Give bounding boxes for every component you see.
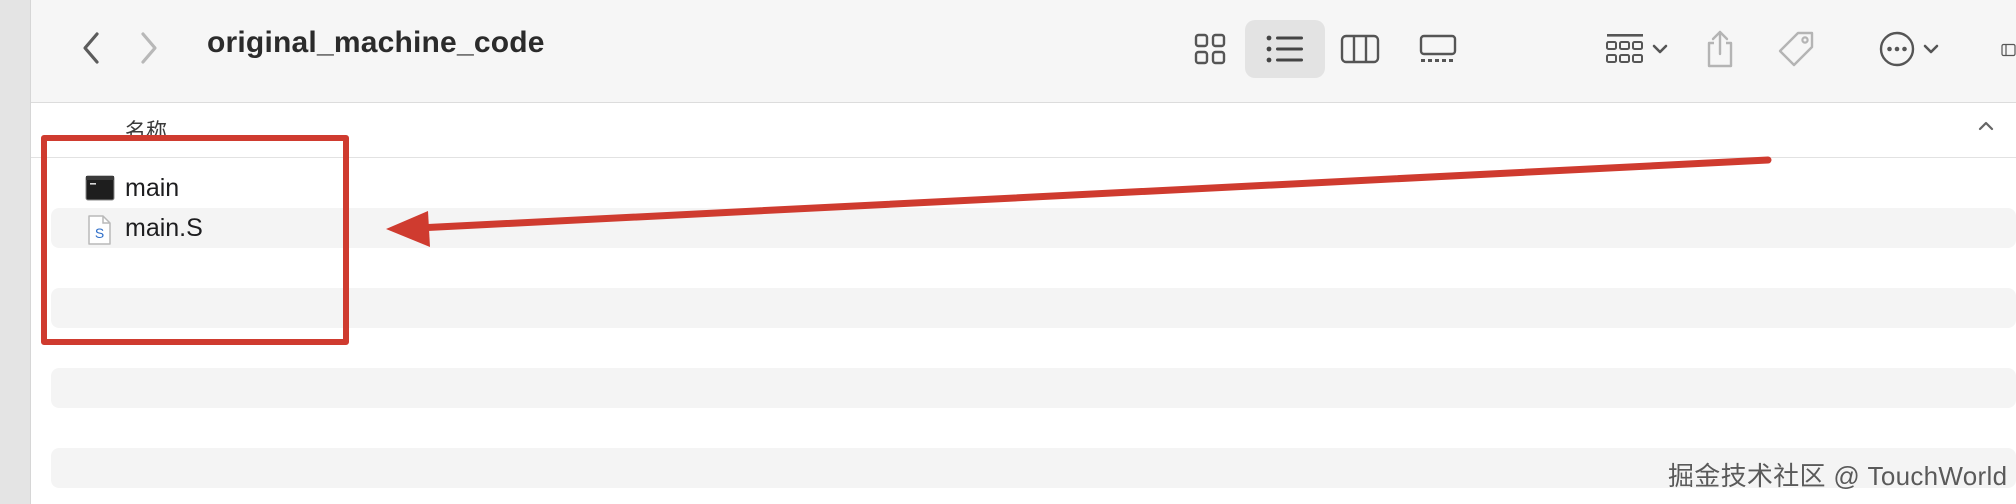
annotation-arrow [386,156,1772,247]
watermark: 掘金技术社区 @ TouchWorld [1668,461,2008,491]
